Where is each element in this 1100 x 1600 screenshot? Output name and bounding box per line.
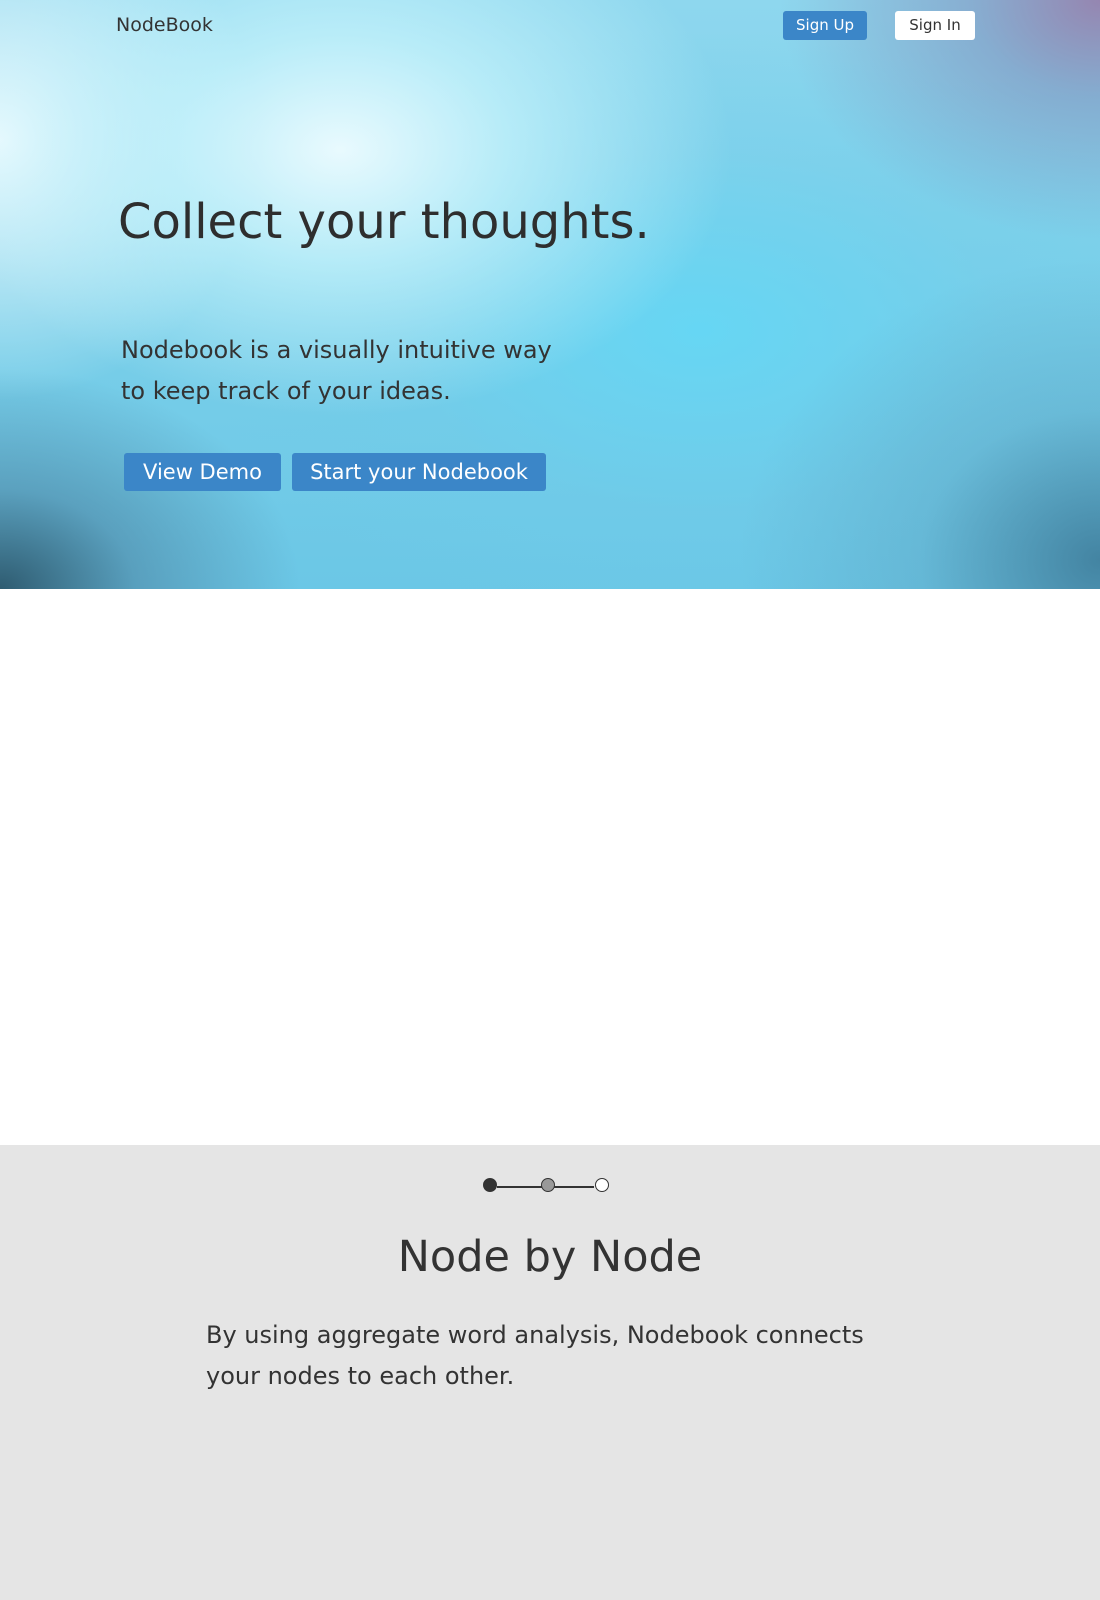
sign-in-button[interactable]: Sign In bbox=[895, 11, 975, 40]
top-nav: NodeBook Sign Up Sign In bbox=[0, 0, 1100, 52]
hero-subtitle: Nodebook is a visually intuitive way to … bbox=[121, 336, 552, 405]
feature-step-indicator bbox=[483, 1178, 613, 1196]
start-nodebook-button[interactable]: Start your Nodebook bbox=[292, 453, 546, 491]
hero-section: NodeBook Sign Up Sign In Collect your th… bbox=[0, 0, 1100, 589]
step-dot-2[interactable] bbox=[541, 1178, 555, 1192]
step-connector bbox=[554, 1186, 594, 1188]
view-demo-button[interactable]: View Demo bbox=[124, 453, 281, 491]
feature-title: Node by Node bbox=[397, 1232, 703, 1282]
feature-description: By using aggregate word analysis, Nodebo… bbox=[206, 1321, 864, 1390]
brand-logo[interactable]: NodeBook bbox=[116, 14, 213, 36]
step-dot-1[interactable] bbox=[483, 1178, 497, 1192]
hero-headline: Collect your thoughts. bbox=[118, 194, 650, 250]
step-dot-3[interactable] bbox=[595, 1178, 609, 1192]
sign-up-button[interactable]: Sign Up bbox=[783, 11, 867, 40]
step-connector bbox=[497, 1186, 542, 1188]
